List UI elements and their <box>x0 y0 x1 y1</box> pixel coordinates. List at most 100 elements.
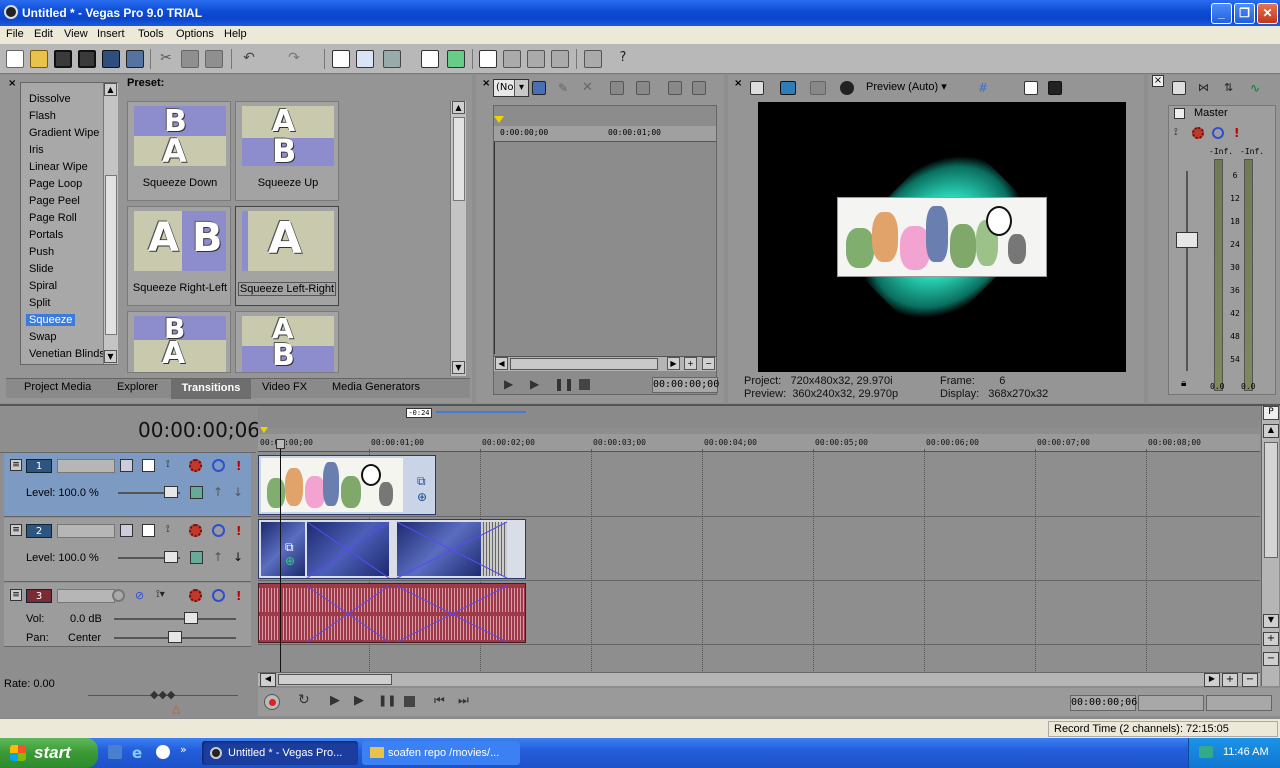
play-icon[interactable]: ▶ <box>530 377 539 391</box>
menu-file[interactable]: File <box>6 28 24 40</box>
grid-icon[interactable]: # <box>978 81 992 95</box>
whats-this-help-icon[interactable]: ? <box>614 50 632 68</box>
cut-icon[interactable]: ✂ <box>157 50 175 68</box>
pencil-icon[interactable]: ✎ <box>558 81 572 95</box>
level-slider[interactable] <box>164 551 178 563</box>
menu-options[interactable]: Options <box>176 28 214 40</box>
snapping-icon[interactable] <box>332 50 350 68</box>
video-clip-track2[interactable]: ⧉ ⊕ <box>258 519 526 579</box>
bypass-motion-blur-icon[interactable] <box>190 486 203 499</box>
scroll-left-icon[interactable]: ◀ <box>260 673 276 687</box>
crop-icon[interactable]: ⧉ <box>285 540 294 555</box>
tab-video-fx[interactable]: Video FX <box>262 381 307 393</box>
preview-quality-dropdown[interactable]: Preview (Auto) ▾ <box>866 80 947 93</box>
render-icon[interactable] <box>102 50 120 68</box>
save-icon[interactable] <box>54 50 72 68</box>
list-item[interactable]: Split <box>29 297 50 309</box>
ignore-grouping-icon[interactable] <box>447 50 465 68</box>
zoom-out-icon[interactable]: − <box>1242 673 1258 687</box>
scroll-up-icon[interactable]: ▲ <box>104 83 117 96</box>
playhead-cursor[interactable] <box>280 446 281 672</box>
arrow-down-icon[interactable]: ↓ <box>233 550 246 564</box>
track-fx-icon[interactable] <box>189 589 202 602</box>
track-header-2[interactable]: ≡ 2 ⟟ ! Level: 100.0 % ↑ ↓ <box>4 518 251 582</box>
menu-view[interactable]: View <box>64 28 88 40</box>
add-to-timeline-icon[interactable] <box>610 81 624 95</box>
preview-properties-icon[interactable] <box>750 81 764 95</box>
tab-project-media[interactable]: Project Media <box>24 381 91 393</box>
lock-icon[interactable]: 🔒︎ <box>1181 378 1186 389</box>
open-icon[interactable] <box>30 50 48 68</box>
preset-squeeze-up[interactable]: AB Squeeze Up <box>235 101 339 201</box>
transition-list[interactable]: Dissolve Flash Gradient Wipe Iris Linear… <box>20 82 118 365</box>
zoom-tool-icon[interactable] <box>551 50 569 68</box>
scroll-down-icon[interactable]: ▼ <box>1263 614 1279 628</box>
stop-icon[interactable] <box>579 379 590 390</box>
ripple-edit-icon[interactable] <box>383 50 401 68</box>
scroll-thumb[interactable] <box>1264 442 1278 558</box>
pan-slider[interactable] <box>168 631 182 643</box>
lock-envelopes-icon[interactable] <box>421 50 439 68</box>
quicklaunch-desktop-icon[interactable] <box>108 745 122 759</box>
preset-squeeze-down[interactable]: BA Squeeze Down <box>127 101 231 201</box>
scroll-up-icon[interactable]: ▲ <box>452 101 465 114</box>
loop-playback-icon[interactable]: ↻ <box>298 692 310 708</box>
arrow-down-icon[interactable]: ↓ <box>233 485 246 499</box>
scroll-thumb[interactable] <box>510 358 658 370</box>
track-collapse-icon[interactable]: ≡ <box>10 524 22 536</box>
solo-icon[interactable]: ! <box>236 459 249 473</box>
window-close-icon[interactable]: × <box>734 78 742 89</box>
record-button[interactable] <box>264 694 280 710</box>
list-item[interactable]: Page Peel <box>29 195 80 207</box>
playhead-handle[interactable] <box>276 439 285 449</box>
split-screen-icon[interactable] <box>810 81 826 95</box>
solo-icon[interactable]: ! <box>236 524 249 538</box>
scroll-down-icon[interactable]: ▼ <box>452 361 465 374</box>
scroll-thumb[interactable] <box>278 674 392 685</box>
new-icon[interactable] <box>6 50 24 68</box>
zoom-out-icon[interactable]: − <box>1263 652 1279 666</box>
trimmer-media-dropdown[interactable]: (No ▾ <box>493 79 529 97</box>
compositing-mode-icon[interactable] <box>120 524 133 537</box>
invert-phase-icon[interactable]: ⊘ <box>135 589 148 602</box>
zoom-in-icon[interactable]: + <box>1222 673 1238 687</box>
copy-snapshot-icon[interactable] <box>1024 81 1038 95</box>
level-slider[interactable] <box>164 486 178 498</box>
track-name-field[interactable] <box>57 459 115 473</box>
audio-icon[interactable] <box>532 81 546 95</box>
redo-icon[interactable]: ↷ <box>285 50 303 68</box>
audio-clip-track3[interactable] <box>258 583 526 643</box>
list-scrollbar[interactable]: ▲ ▼ <box>103 83 118 364</box>
trimmer-area[interactable]: 0:00:00;00 00:00:01;00 ◀ ▶ + − <box>493 105 717 395</box>
timeline-hscroll[interactable]: ◀ ▶ + − <box>258 672 1260 687</box>
mute-icon[interactable] <box>212 589 225 602</box>
taskbar-item-vegas[interactable]: Untitled * - Vegas Pro... <box>202 741 358 765</box>
track-list-toggle-icon[interactable]: P <box>1263 406 1279 420</box>
automation-icon[interactable]: ⟟▾ <box>156 589 169 602</box>
trimmer-hscroll[interactable]: ◀ ▶ + − <box>494 356 716 371</box>
track-collapse-icon[interactable]: ≡ <box>10 459 22 471</box>
zoom-in-icon[interactable]: + <box>684 357 697 370</box>
media-player-icon[interactable] <box>156 745 170 759</box>
list-item[interactable]: Swap <box>29 331 57 343</box>
compositing-mode-icon[interactable] <box>120 459 133 472</box>
master-solo-icon[interactable]: ! <box>1234 126 1239 140</box>
auto-crossfade-icon[interactable] <box>356 50 374 68</box>
track-collapse-icon[interactable]: ≡ <box>10 589 22 601</box>
list-item[interactable]: Iris <box>29 144 44 156</box>
list-item[interactable]: Linear Wipe <box>29 161 88 173</box>
internet-explorer-icon[interactable]: e <box>132 744 142 762</box>
menu-insert[interactable]: Insert <box>97 28 125 40</box>
scroll-down-icon[interactable]: ▼ <box>104 350 117 363</box>
stop-icon[interactable] <box>404 696 415 707</box>
master-automation-icon[interactable]: ⟟ <box>1174 127 1178 138</box>
tab-explorer[interactable]: Explorer <box>117 381 158 393</box>
list-item-selected[interactable]: Squeeze <box>26 314 76 326</box>
insert-bus-icon[interactable]: ∿ <box>1250 81 1264 95</box>
mixer-properties-icon[interactable] <box>1172 81 1186 95</box>
master-fx-icon[interactable] <box>1192 127 1204 139</box>
selection-tool-icon[interactable] <box>527 50 545 68</box>
track-motion-icon[interactable]: ⟟ <box>166 524 179 537</box>
preset-squeeze-5[interactable]: BA <box>127 311 231 373</box>
start-button[interactable]: start <box>0 738 98 768</box>
